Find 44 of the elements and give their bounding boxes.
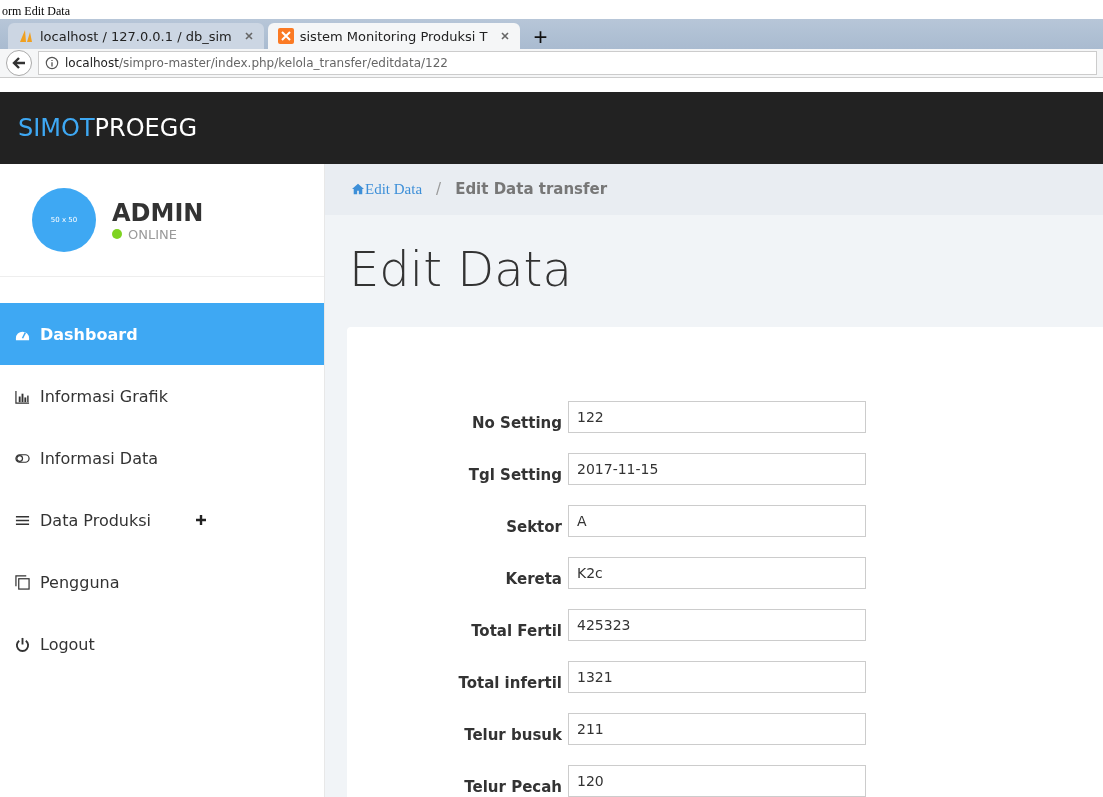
browser-tab[interactable]: sistem Monitoring Produksi T: [267, 23, 520, 49]
input-field[interactable]: 425323: [568, 609, 866, 641]
brand-logo[interactable]: SIMOTPROEGG: [18, 114, 197, 142]
field-label: Telur Pecah: [463, 777, 562, 796]
field-label: No Setting: [471, 413, 562, 432]
input-field[interactable]: 120: [568, 765, 866, 797]
field-label: Total infertil: [457, 673, 562, 692]
close-icon[interactable]: [499, 31, 510, 41]
back-arrow-icon: [11, 55, 27, 71]
page-title: Edit Data: [349, 240, 573, 299]
input-field[interactable]: A: [568, 505, 866, 537]
plus-icon[interactable]: [195, 514, 207, 526]
breadcrumb-separator: /: [436, 180, 442, 199]
new-tab-button[interactable]: +: [523, 25, 558, 49]
info-icon: [45, 56, 59, 70]
sails-icon: [18, 28, 34, 44]
browser-tab[interactable]: localhost / 127.0.0.1 / db_sim: [8, 23, 264, 49]
field-label: Telur busuk: [463, 725, 562, 744]
field-label: Sektor: [505, 517, 562, 536]
home-icon: [351, 183, 365, 196]
sidebar-item[interactable]: Pengguna: [0, 551, 324, 613]
breadcrumb-current: Edit Data transfer: [455, 180, 608, 199]
user-name: ADMIN: [112, 198, 204, 227]
back-button[interactable]: [6, 50, 32, 76]
input-field[interactable]: 1321: [568, 661, 866, 693]
copy-icon: [15, 574, 30, 590]
user-status: ONLINE: [128, 226, 177, 242]
power-icon: [15, 636, 30, 652]
sidebar-item[interactable]: Logout: [0, 613, 324, 675]
online-dot: [112, 229, 122, 239]
input-field[interactable]: 122: [568, 401, 866, 433]
close-icon[interactable]: [243, 31, 254, 41]
sidebar-item[interactable]: Data Produksi: [0, 489, 324, 551]
field-label: Kereta: [504, 569, 562, 588]
document-caption: orm Edit Data: [2, 4, 70, 18]
sidebar-item[interactable]: Informasi Grafik: [0, 365, 324, 427]
input-field[interactable]: 211: [568, 713, 866, 745]
sidebar-item[interactable]: Informasi Data: [0, 427, 324, 489]
field-label: Total Fertil: [470, 621, 562, 640]
input-field[interactable]: K2c: [568, 557, 866, 589]
address-bar[interactable]: localhost/simpro-master/index.php/kelola_transfer/editdata/122: [38, 51, 1097, 75]
field-label: Tgl Setting: [467, 465, 562, 484]
bar-chart-icon: [15, 388, 30, 404]
input-field[interactable]: 2017-11-15: [568, 453, 866, 485]
